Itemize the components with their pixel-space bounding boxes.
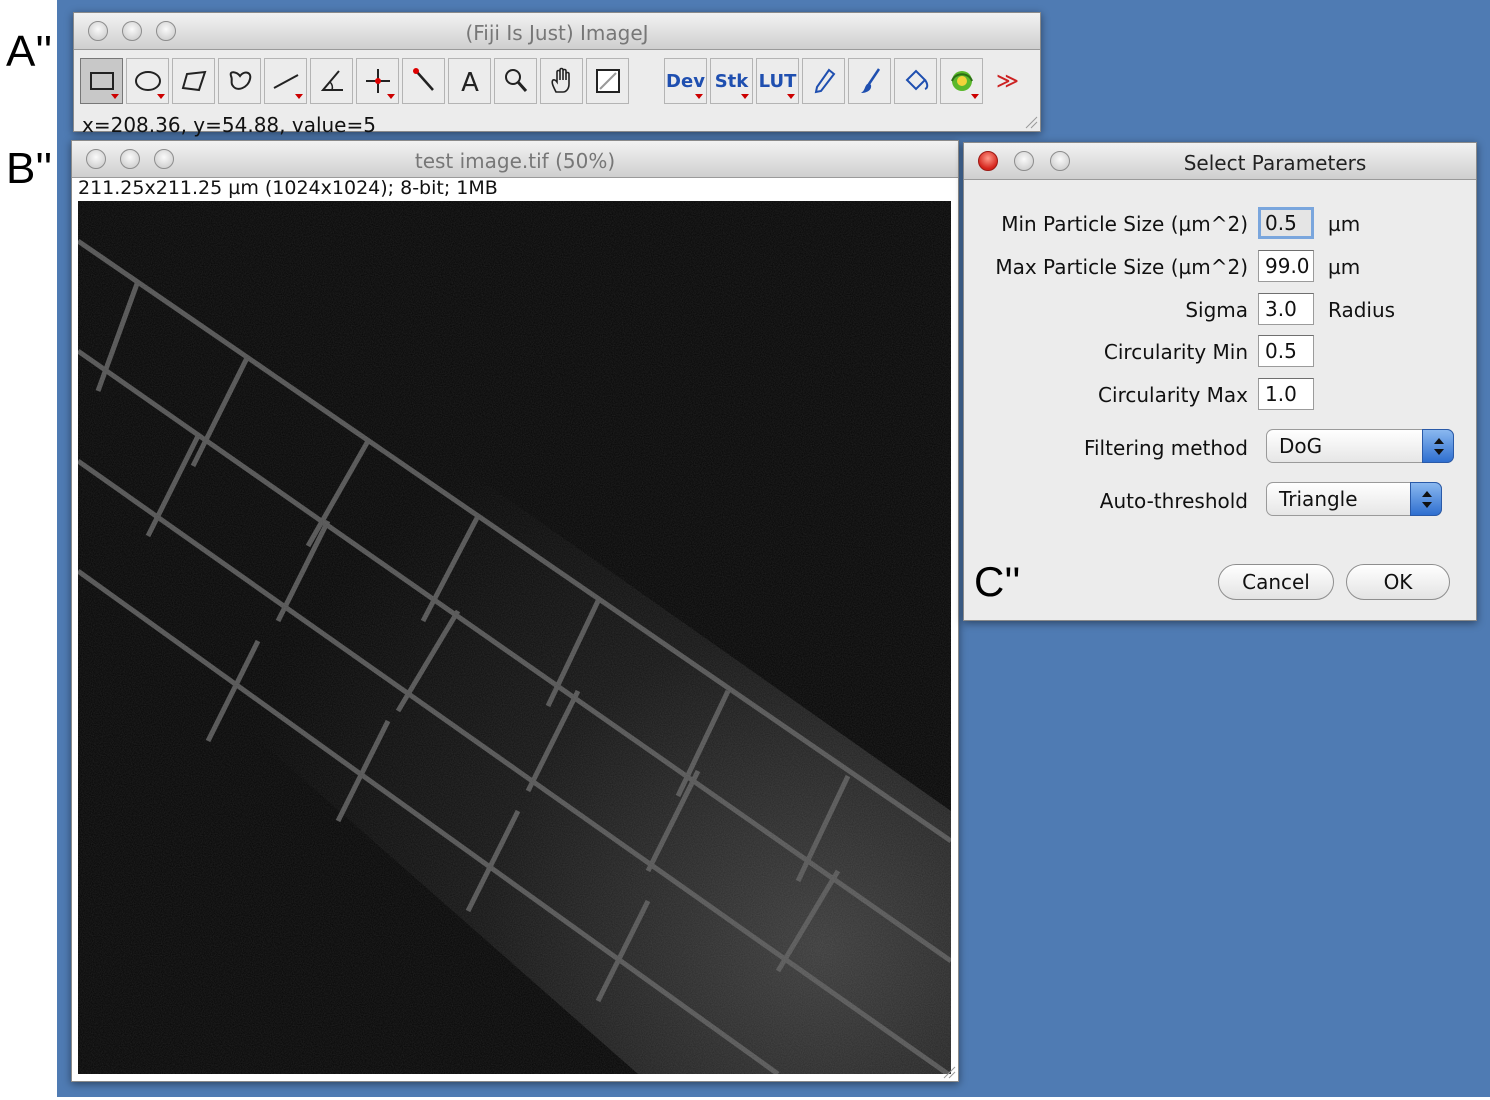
stk-menu-button[interactable]: Stk: [710, 58, 753, 104]
filtering-method-select[interactable]: DoG: [1266, 429, 1454, 463]
lut-menu-button[interactable]: LUT: [756, 58, 799, 104]
zoom-dialog-button[interactable]: [1050, 151, 1070, 171]
select-stepper-icon: [1410, 482, 1442, 516]
stk-menu-label: Stk: [714, 70, 749, 92]
pencil-tool-button[interactable]: [802, 58, 845, 104]
filtering-method-label: Filtering method: [1083, 436, 1248, 460]
text-tool-button[interactable]: A: [448, 58, 491, 104]
point-tool-button[interactable]: [356, 58, 399, 104]
plugin-tool-icon: [950, 71, 973, 91]
dialog-title: Select Parameters: [1183, 151, 1367, 175]
magnifier-tool-icon: [504, 69, 527, 92]
point-tool-icon: [365, 69, 390, 93]
magnifier-tool-button[interactable]: [494, 58, 537, 104]
auto-threshold-label: Auto-threshold: [1099, 489, 1248, 513]
hand-tool-button[interactable]: [540, 58, 583, 104]
oval-tool-button[interactable]: [126, 58, 169, 104]
cancel-button[interactable]: Cancel: [1218, 564, 1334, 600]
circularity-min-input[interactable]: 0.5: [1258, 335, 1314, 367]
sigma-label: Sigma: [1185, 298, 1248, 322]
max-particle-size-unit: µm: [1328, 255, 1361, 279]
angle-tool-icon: [320, 70, 343, 91]
circularity-max-input[interactable]: 1.0: [1258, 378, 1314, 410]
brush-tool-icon: [860, 68, 880, 93]
more-tools-icon: ≫: [995, 68, 1020, 94]
rectangle-tool-button[interactable]: [80, 58, 123, 104]
sigma-unit: Radius: [1328, 298, 1396, 322]
svg-text:A: A: [461, 68, 479, 96]
angle-tool-button[interactable]: [310, 58, 353, 104]
circularity-min-label: Circularity Min: [1103, 340, 1248, 364]
wand-tool-icon: [412, 68, 434, 91]
text-tool-icon: A: [461, 68, 479, 96]
auto-threshold-value: Triangle: [1279, 487, 1358, 511]
min-particle-size-unit: µm: [1328, 212, 1361, 236]
flood-fill-tool-button[interactable]: [894, 58, 937, 104]
dialog-titlebar[interactable]: Select Parameters: [964, 143, 1476, 180]
color-picker-tool-button[interactable]: [586, 58, 629, 104]
hand-tool-icon: [550, 67, 570, 93]
minimize-dialog-button[interactable]: [1014, 151, 1034, 171]
resize-grip-icon[interactable]: [1022, 113, 1038, 129]
resize-grip-icon[interactable]: [940, 1063, 956, 1079]
close-dialog-button[interactable]: [978, 151, 998, 171]
ok-button[interactable]: OK: [1346, 564, 1450, 600]
line-tool-icon: [273, 74, 298, 89]
max-particle-size-label: Max Particle Size (µm^2): [995, 255, 1248, 279]
lut-menu-label: LUT: [758, 70, 797, 92]
select-stepper-icon: [1422, 429, 1454, 463]
line-tool-button[interactable]: [264, 58, 307, 104]
circularity-max-label: Circularity Max: [1098, 383, 1248, 407]
panel-label-c: C'': [974, 558, 1021, 605]
flood-fill-tool-icon: [905, 69, 928, 91]
brush-tool-button[interactable]: [848, 58, 891, 104]
auto-threshold-select[interactable]: Triangle: [1266, 482, 1442, 516]
sigma-input[interactable]: 3.0: [1258, 293, 1314, 325]
panel-label-a: A'': [6, 27, 53, 76]
rectangle-tool-icon: [89, 72, 114, 90]
freehand-tool-icon: [229, 71, 251, 90]
image-window-titlebar[interactable]: test image.tif (50%): [72, 141, 958, 178]
min-particle-size-input[interactable]: 0.5: [1258, 207, 1314, 239]
polygon-tool-button[interactable]: [172, 58, 215, 104]
wand-tool-button[interactable]: [402, 58, 445, 104]
imagej-window-title: (Fiji Is Just) ImageJ: [465, 21, 649, 45]
image-window: test image.tif (50%) 211.25x211.25 µm (1…: [71, 140, 959, 1082]
freehand-tool-button[interactable]: [218, 58, 261, 104]
select-parameters-dialog: Select Parameters Min Particle Size (µm^…: [963, 142, 1477, 621]
image-info-text: 211.25x211.25 µm (1024x1024); 8-bit; 1MB: [78, 177, 498, 199]
color-picker-tool-icon: [595, 69, 620, 93]
polygon-tool-icon: [181, 70, 206, 92]
plugin-tool-button[interactable]: [940, 58, 983, 104]
oval-tool-icon: [134, 71, 161, 91]
dev-menu-button[interactable]: Dev: [664, 58, 707, 104]
filtering-method-value: DoG: [1279, 434, 1323, 458]
status-bar-text: x=208.36, y=54.88, value=5: [82, 113, 376, 137]
dev-menu-label: Dev: [666, 70, 705, 92]
microscopy-image[interactable]: [78, 201, 951, 1074]
panel-label-b: B'': [6, 144, 53, 193]
imagej-titlebar[interactable]: (Fiji Is Just) ImageJ: [74, 13, 1040, 50]
more-tools-button[interactable]: ≫: [986, 58, 1029, 104]
min-particle-size-label: Min Particle Size (µm^2): [1001, 212, 1248, 236]
image-window-title: test image.tif (50%): [414, 149, 616, 173]
max-particle-size-input[interactable]: 99.0: [1258, 250, 1314, 282]
pencil-tool-icon: [814, 68, 835, 94]
imagej-main-window: (Fiji Is Just) ImageJ A Dev Stk LUT ≫ x=…: [73, 12, 1041, 137]
